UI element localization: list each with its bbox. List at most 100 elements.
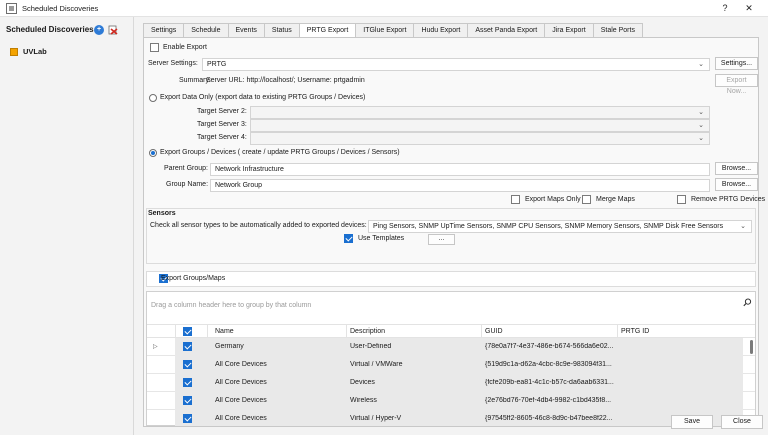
close-window-button[interactable]: ✕ <box>737 1 761 16</box>
merge-maps-label: Merge Maps <box>596 196 635 203</box>
tree-item-label: UVLab <box>23 47 47 56</box>
group-name-label: Group Name: <box>166 181 209 188</box>
chevron-down-icon: ⌄ <box>698 109 704 116</box>
cell-name: All Core Devices <box>215 361 267 368</box>
export-now-button[interactable]: Export Now... <box>715 74 758 95</box>
column-separator <box>481 325 482 339</box>
cell-description: Virtual / VMWare <box>350 361 403 368</box>
use-templates-checkbox[interactable] <box>344 234 353 243</box>
site-icon <box>10 47 18 56</box>
expand-row-icon[interactable]: ▷ <box>153 343 158 350</box>
table-row[interactable]: All Core Devices Virtual / Hyper-V {9754… <box>147 410 755 426</box>
target-server-3-select[interactable]: ⌄ <box>250 119 710 132</box>
cell-guid: {2e76bd76-70ef-4db4-9982-c1bd435f8... <box>485 397 612 404</box>
save-button[interactable]: Save <box>671 415 713 429</box>
parent-group-value: Network Infrastructure <box>215 166 284 173</box>
main-panel: Settings Schedule Events Status PRTG Exp… <box>135 17 768 435</box>
cell-guid: {fcfe209b-ea81-4c1c-b57c-da6aab6331... <box>485 379 614 386</box>
export-groups-maps-bar <box>146 271 756 287</box>
row-checkbox[interactable] <box>183 414 192 423</box>
sensor-types-value: Ping Sensors, SNMP UpTime Sensors, SNMP … <box>373 223 724 230</box>
export-data-only-radio[interactable] <box>149 94 157 102</box>
cell-guid: {519d9c1a-d62a-4cbc-8c9e-983094f31... <box>485 361 612 368</box>
cell-name: Germany <box>215 343 244 350</box>
row-checkbox[interactable] <box>183 360 192 369</box>
select-all-checkbox[interactable] <box>183 327 192 336</box>
group-panel-hint: Drag a column header here to group by th… <box>151 302 312 309</box>
templates-button[interactable]: ... <box>428 234 455 245</box>
target-server-4-label: Target Server 4: <box>197 134 247 141</box>
enable-export-checkbox[interactable] <box>150 43 159 52</box>
cell-description: Devices <box>350 379 375 386</box>
target-server-2-select[interactable]: ⌄ <box>250 106 710 119</box>
tab-status[interactable]: Status <box>264 23 300 38</box>
settings-button[interactable]: Settings... <box>715 57 758 70</box>
search-icon[interactable] <box>743 298 752 309</box>
server-settings-select[interactable]: PRTG ⌄ <box>202 58 710 71</box>
chevron-down-icon: ⌄ <box>698 122 704 129</box>
column-header-description[interactable]: Description <box>350 328 385 335</box>
column-header-guid[interactable]: GUID <box>485 328 503 335</box>
close-button[interactable]: Close <box>721 415 763 429</box>
column-header-name[interactable]: Name <box>215 328 234 335</box>
table-row[interactable]: All Core Devices Devices {fcfe209b-ea81-… <box>147 374 755 392</box>
sensors-heading: Sensors <box>148 210 176 217</box>
export-groups-maps-label: Export Groups/Maps <box>161 275 226 282</box>
tree-item-uvlab[interactable]: UVLab <box>10 47 47 56</box>
add-discovery-icon[interactable]: + <box>94 25 104 35</box>
export-groups-devices-radio[interactable] <box>149 149 157 157</box>
sensor-types-select[interactable]: Ping Sensors, SNMP UpTime Sensors, SNMP … <box>368 220 752 233</box>
chevron-down-icon: ⌄ <box>740 223 746 230</box>
server-settings-value: PRTG <box>207 61 227 68</box>
row-checkbox[interactable] <box>183 396 192 405</box>
merge-maps-checkbox[interactable] <box>582 195 591 204</box>
tab-itglue-export[interactable]: ITGlue Export <box>356 23 415 38</box>
target-server-4-select[interactable]: ⌄ <box>250 132 710 145</box>
sensors-label: Check all sensor types to be automatical… <box>150 222 367 229</box>
cell-name: All Core Devices <box>215 397 267 404</box>
cell-description: User-Defined <box>350 343 392 350</box>
tab-asset-panda-export[interactable]: Asset Panda Export <box>468 23 546 38</box>
chevron-down-icon: ⌄ <box>698 135 704 142</box>
parent-group-browse-button[interactable]: Browse... <box>715 162 758 175</box>
tab-schedule[interactable]: Schedule <box>184 23 229 38</box>
remove-prtg-devices-checkbox[interactable] <box>677 195 686 204</box>
window-title: Scheduled Discoveries <box>22 4 99 13</box>
grid-header: Name Description GUID PRTG ID <box>147 324 755 339</box>
export-maps-only-checkbox[interactable] <box>511 195 520 204</box>
cell-guid: {97545ff2-8605-46c8-8d9c-b47bee8f22... <box>485 415 613 422</box>
export-data-only-label: Export Data Only (export data to existin… <box>160 94 366 101</box>
server-settings-label: Server Settings: <box>148 60 198 67</box>
title-bar: Scheduled Discoveries ? ✕ <box>0 0 768 17</box>
remove-prtg-devices-label: Remove PRTG Devices <box>691 196 766 203</box>
tab-bar: Settings Schedule Events Status PRTG Exp… <box>143 23 643 38</box>
row-checkbox[interactable] <box>183 378 192 387</box>
column-header-prtg-id[interactable]: PRTG ID <box>621 328 649 335</box>
export-maps-only-label: Export Maps Only <box>525 196 581 203</box>
tab-prtg-export[interactable]: PRTG Export <box>299 23 357 38</box>
table-row[interactable]: ▷ Germany User-Defined {78e0a7f7-4e37-48… <box>147 338 755 356</box>
app-icon <box>6 3 17 14</box>
cell-name: All Core Devices <box>215 379 267 386</box>
tab-stale-ports[interactable]: Stale Ports <box>593 23 643 38</box>
use-templates-label: Use Templates <box>358 235 405 242</box>
tab-jira-export[interactable]: Jira Export <box>545 23 594 38</box>
row-checkbox[interactable] <box>183 342 192 351</box>
enable-export-label: Enable Export <box>163 44 207 51</box>
group-name-field[interactable]: Network Group <box>210 179 710 192</box>
chevron-down-icon: ⌄ <box>698 61 704 68</box>
summary-field: Server URL: http://localhost/; Username:… <box>202 75 710 88</box>
table-row[interactable]: All Core Devices Virtual / VMWare {519d9… <box>147 356 755 374</box>
tab-settings[interactable]: Settings <box>143 23 185 38</box>
parent-group-field[interactable]: Network Infrastructure <box>210 163 710 176</box>
group-name-browse-button[interactable]: Browse... <box>715 178 758 191</box>
help-button[interactable]: ? <box>713 1 737 16</box>
delete-discovery-icon[interactable] <box>108 25 118 35</box>
cell-description: Wireless <box>350 397 377 404</box>
export-groups-devices-label: Export Groups / Devices ( create / updat… <box>160 149 400 156</box>
tab-events[interactable]: Events <box>228 23 265 38</box>
table-row[interactable]: All Core Devices Wireless {2e76bd76-70ef… <box>147 392 755 410</box>
tab-hudu-export[interactable]: Hudu Export <box>414 23 469 38</box>
grid-scrollbar[interactable] <box>750 340 753 354</box>
column-separator <box>346 325 347 339</box>
